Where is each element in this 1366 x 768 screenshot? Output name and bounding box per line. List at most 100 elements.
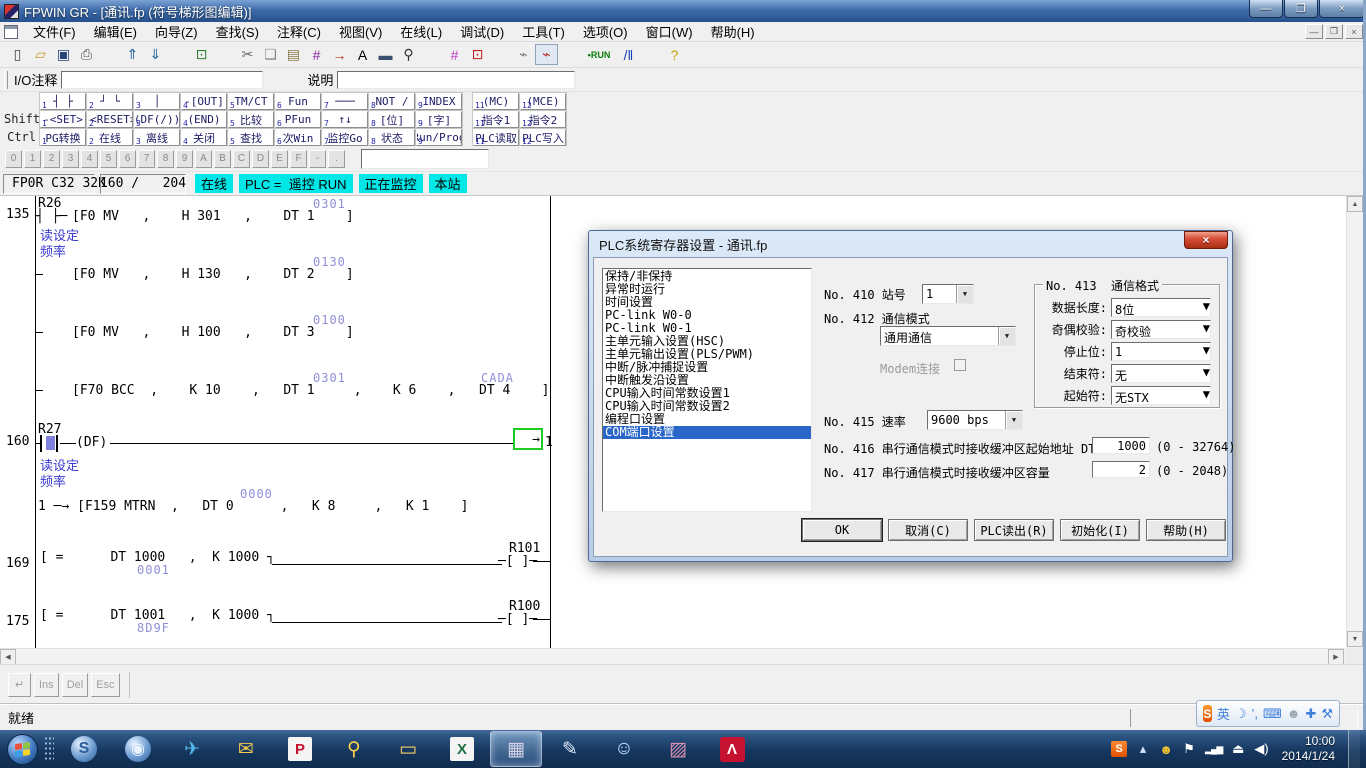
register-category-item[interactable]: 保持/非保持	[603, 270, 811, 283]
search-tool-icon[interactable]: ⚲	[328, 731, 380, 767]
action-center-icon[interactable]: ⚑	[1182, 741, 1196, 757]
fkey-button[interactable]: 1PG转换	[40, 129, 86, 146]
find-icon[interactable]: ⚲	[397, 44, 420, 65]
online-icon[interactable]: ⌁	[535, 44, 558, 65]
fkey-button[interactable]: 4(END)	[181, 111, 227, 128]
ime-skin-icon[interactable]: ✚	[1305, 706, 1316, 722]
fkey-button[interactable]: 7───	[322, 93, 368, 110]
register-category-item[interactable]: 主单元输出设置(PLS/PWM)	[603, 348, 811, 361]
toolbar-icon[interactable]	[489, 44, 512, 65]
register-category-item[interactable]: CPU输入时间常数设置2	[603, 400, 811, 413]
mdi-close-button[interactable]: ×	[1345, 24, 1363, 39]
menu-item[interactable]: 视图(V)	[330, 20, 391, 43]
fkey-button[interactable]: 1┤ ├	[40, 93, 86, 110]
description-input[interactable]	[337, 71, 575, 89]
hex-key-button[interactable]: 3	[62, 150, 79, 168]
vertical-scrollbar[interactable]: ▲ ▼	[1346, 196, 1363, 648]
fkey-button[interactable]: 2┘ └	[87, 93, 133, 110]
register-category-item[interactable]: 主单元输入设置(HSC)	[603, 335, 811, 348]
register-category-item[interactable]: 中断触发沿设置	[603, 374, 811, 387]
save-icon[interactable]: ▣	[52, 44, 75, 65]
io-comment-icon[interactable]: #	[305, 44, 328, 65]
sogou-tray-icon[interactable]: S	[1111, 741, 1127, 757]
station-number-select[interactable]: 1 ▼	[922, 284, 974, 304]
fkey-button[interactable]: 3(DF(/))	[134, 111, 180, 128]
fkey-button[interactable]: 11指令1	[473, 111, 519, 128]
fkey-button[interactable]: 8状态	[369, 129, 415, 146]
qq-bubble-icon[interactable]: ☺	[598, 731, 650, 767]
block-comment-icon[interactable]: ▬	[374, 44, 397, 65]
toolbar-icon[interactable]	[640, 44, 663, 65]
menu-item[interactable]: 查找(S)	[207, 20, 268, 43]
restore-button[interactable]: ❐	[1284, 0, 1318, 18]
cut-icon[interactable]: ✂	[236, 44, 259, 65]
plc-read-button[interactable]: PLC读出(R)	[974, 519, 1054, 541]
fkey-button[interactable]: 3离线	[134, 129, 180, 146]
outlook-icon[interactable]: ✉	[220, 731, 272, 767]
comment-upload-icon[interactable]: ⇑	[121, 44, 144, 65]
comm-mode-select[interactable]: 通用通信 ▼	[880, 326, 1016, 346]
ime-moon-icon[interactable]: ☽	[1235, 706, 1247, 722]
fkey-button[interactable]: 2在线	[87, 129, 133, 146]
fkey-button[interactable]: 12PLC写入	[520, 129, 566, 146]
hex-key-button[interactable]: A	[195, 150, 212, 168]
sogou-browser-icon[interactable]: S	[58, 731, 110, 767]
modem-checkbox[interactable]	[954, 359, 966, 371]
offline-icon[interactable]: ⌁	[512, 44, 535, 65]
ok-button[interactable]: OK	[802, 519, 882, 541]
close-button[interactable]: ×	[1319, 0, 1365, 18]
ime-user-icon[interactable]: ☻	[1287, 706, 1301, 721]
select-mode-icon[interactable]: ⊡	[190, 44, 213, 65]
menu-item[interactable]: 文件(F)	[24, 20, 85, 43]
fkey-button[interactable]: 6次Win	[275, 129, 321, 146]
menu-item[interactable]: 帮助(H)	[702, 20, 764, 43]
menu-item[interactable]: 在线(L)	[391, 20, 451, 43]
register-category-item[interactable]: CPU输入时间常数设置1	[603, 387, 811, 400]
explorer-folder-icon[interactable]: ▭	[382, 731, 434, 767]
fpwin-gr-icon[interactable]: ▦	[490, 731, 542, 767]
sogou-logo-icon[interactable]: S	[1203, 705, 1212, 722]
comment-download-icon[interactable]: ⇓	[144, 44, 167, 65]
hex-key-button[interactable]: 2	[43, 150, 60, 168]
hex-key-button[interactable]: 6	[119, 150, 136, 168]
ime-lang-icon[interactable]: 英	[1217, 704, 1230, 723]
fkey-button[interactable]: 5比较	[228, 111, 274, 128]
toolbar-icon[interactable]	[420, 44, 443, 65]
scroll-left-icon[interactable]: ◀	[0, 649, 16, 665]
fkey-button[interactable]: 2-<RESET>	[87, 111, 133, 128]
toolbar-icon[interactable]	[558, 44, 581, 65]
initialize-button[interactable]: 初始化(I)	[1060, 519, 1140, 541]
hex-key-button[interactable]: C	[233, 150, 250, 168]
edit-key-button[interactable]: Ins	[34, 673, 59, 697]
operand-input[interactable]	[361, 149, 489, 169]
ime-tool-icon[interactable]: ⚒	[1321, 706, 1333, 722]
fkey-button[interactable]: 9[字]	[416, 111, 462, 128]
hex-key-button[interactable]: .	[328, 150, 345, 168]
show-desktop-button[interactable]	[1348, 730, 1360, 768]
run-mode-icon[interactable]: •RUN	[581, 44, 617, 65]
chevron-down-icon[interactable]: ▼	[1005, 411, 1022, 429]
hex-key-button[interactable]: 7	[138, 150, 155, 168]
qq-tray-icon[interactable]: ☻	[1159, 742, 1173, 757]
fkey-button[interactable]: 4关闭	[181, 129, 227, 146]
register-category-item[interactable]: PC-link W0-1	[603, 322, 811, 335]
register-category-item[interactable]: 时间设置	[603, 296, 811, 309]
comm-format-select[interactable]: 1 ▼	[1111, 342, 1211, 361]
ime-punct-icon[interactable]: ’,	[1251, 706, 1258, 721]
browser-compass-icon[interactable]: ◉	[112, 731, 164, 767]
register-category-list[interactable]: 保持/非保持异常时运行时间设置PC-link W0-0PC-link W0-1主…	[602, 268, 812, 512]
menu-item[interactable]: 编辑(E)	[85, 20, 146, 43]
register-category-item[interactable]: 中断/脉冲捕捉设置	[603, 361, 811, 374]
chevron-down-icon[interactable]: ▼	[1203, 365, 1210, 382]
fkey-button[interactable]: 11(MC)	[473, 93, 519, 110]
text-comment-icon[interactable]: A	[351, 44, 374, 65]
flashget-bird-icon[interactable]: ✈	[166, 731, 218, 767]
hex-key-button[interactable]: 4	[81, 150, 98, 168]
start-button[interactable]	[3, 731, 41, 767]
buffer-capacity-input[interactable]	[1092, 461, 1150, 478]
hex-key-button[interactable]: 0	[5, 150, 22, 168]
register-category-item[interactable]: PC-link W0-0	[603, 309, 811, 322]
fkey-button[interactable]: 9Run/Prog	[416, 129, 462, 146]
hex-key-button[interactable]: 5	[100, 150, 117, 168]
paste-icon[interactable]: ▤	[282, 44, 305, 65]
